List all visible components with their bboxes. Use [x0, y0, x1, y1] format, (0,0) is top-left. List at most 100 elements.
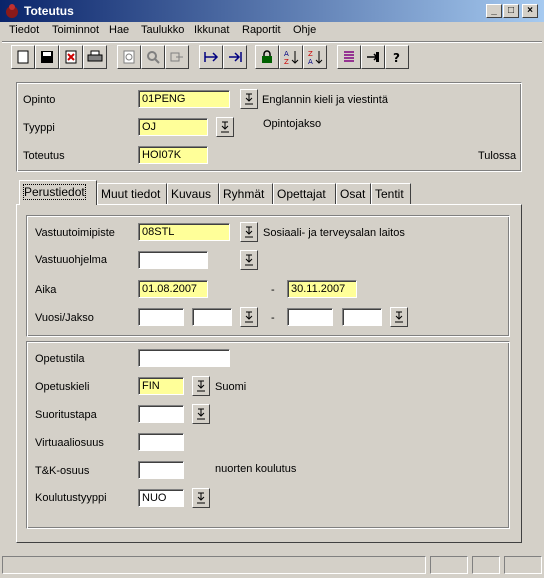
opetustila-field[interactable]: [138, 349, 230, 367]
opetuskieli-field[interactable]: FIN: [138, 377, 184, 395]
exit-button[interactable]: [361, 45, 385, 69]
help-button[interactable]: ?: [385, 45, 409, 69]
vuosi-start-lookup-button[interactable]: [240, 307, 258, 327]
menu-tiedot[interactable]: Tiedot: [9, 24, 39, 36]
tab-muut-tiedot[interactable]: Muut tiedot: [97, 183, 167, 204]
vuosi-separator: -: [271, 312, 275, 324]
virtuaaliosuus-field[interactable]: [138, 433, 184, 451]
tk-osuus-field[interactable]: [138, 461, 184, 479]
lookup-icon: [245, 254, 253, 266]
find-button[interactable]: [141, 45, 165, 69]
opetuskieli-lookup-button[interactable]: [192, 376, 210, 396]
save-icon: [41, 51, 53, 63]
aika-label: Aika: [35, 284, 57, 296]
print-icon: [87, 50, 103, 62]
toolbar-separator: [2, 41, 542, 43]
suoritustapa-label: Suoritustapa: [35, 409, 97, 421]
toteutus-field[interactable]: HOI07K: [138, 146, 208, 164]
app-icon: [6, 4, 18, 18]
jakso-start-field[interactable]: [192, 308, 232, 326]
tab-perustiedot[interactable]: Perustiedot: [19, 180, 97, 205]
opinto-field[interactable]: 01PENG: [138, 90, 230, 108]
tyyppi-label: Tyyppi: [23, 122, 55, 134]
move-out-button[interactable]: [223, 45, 247, 69]
jakso-end-field[interactable]: [342, 308, 382, 326]
suoritustapa-lookup-button[interactable]: [192, 404, 210, 424]
tab-ryhmat[interactable]: Ryhmät: [219, 183, 273, 204]
koulutustyyppi-field[interactable]: NUO: [138, 489, 184, 507]
vuosi-jakso-label: Vuosi/Jakso: [35, 312, 94, 324]
toteutus-label: Toteutus: [23, 150, 65, 162]
move-in-button[interactable]: [199, 45, 223, 69]
move-out-icon: [229, 52, 242, 62]
lookup-icon: [245, 311, 253, 323]
preview-icon: [123, 50, 135, 64]
tk-osuus-description: nuorten koulutus: [215, 463, 297, 475]
find-icon: [147, 51, 160, 64]
delete-icon: [65, 50, 77, 64]
tab-opettajat[interactable]: Opettajat: [273, 183, 336, 204]
vastuutoimipiste-label: Vastuutoimipiste: [35, 227, 115, 239]
lookup-icon: [395, 311, 403, 323]
vuosi-start-field[interactable]: [138, 308, 184, 326]
save-button[interactable]: [35, 45, 59, 69]
sort-asc-button[interactable]: AZ: [279, 45, 303, 69]
tk-osuus-label: T&K-osuus: [35, 465, 90, 477]
lock-button[interactable]: [255, 45, 279, 69]
svg-text:?: ?: [393, 51, 400, 64]
vuosi-end-lookup-button[interactable]: [390, 307, 408, 327]
menu-ikkunat[interactable]: Ikkunat: [194, 24, 229, 36]
koulutustyyppi-lookup-button[interactable]: [192, 488, 210, 508]
print-button[interactable]: [83, 45, 107, 69]
menu-raportit[interactable]: Raportit: [242, 24, 281, 36]
opinto-label: Opinto: [23, 94, 56, 106]
svg-text:A: A: [308, 58, 313, 65]
preview-button[interactable]: [117, 45, 141, 69]
virtuaaliosuus-label: Virtuaaliosuus: [35, 437, 104, 449]
status-bar-cell: [472, 556, 500, 574]
aika-end-field[interactable]: 30.11.2007: [287, 280, 357, 298]
vastuuohjelma-lookup-button[interactable]: [240, 250, 258, 270]
svg-text:Z: Z: [284, 58, 289, 65]
suoritustapa-field[interactable]: [138, 405, 184, 423]
tab-osat[interactable]: Osat: [336, 183, 371, 204]
title-bar: [0, 0, 544, 22]
minimize-button[interactable]: _: [486, 4, 502, 18]
tyyppi-field[interactable]: OJ: [138, 118, 208, 136]
help-icon: ?: [393, 51, 400, 64]
lookup-icon: [245, 93, 253, 105]
aika-separator: -: [271, 284, 275, 296]
close-button[interactable]: ×: [522, 4, 538, 18]
lookup-icon: [197, 492, 205, 504]
tyyppi-description: Opintojakso: [263, 118, 322, 130]
move-in-icon: [204, 52, 219, 62]
svg-text:Z: Z: [308, 50, 313, 58]
status-bar-cell: [430, 556, 468, 574]
exit-icon: [367, 52, 379, 62]
menu-ohje[interactable]: Ohje: [293, 24, 316, 36]
new-button[interactable]: [11, 45, 35, 69]
tab-tentit[interactable]: Tentit: [371, 183, 411, 204]
list-button[interactable]: [337, 45, 361, 69]
opinto-lookup-button[interactable]: [240, 89, 258, 109]
aika-start-field[interactable]: 01.08.2007: [138, 280, 208, 298]
menu-hae[interactable]: Hae: [109, 24, 129, 36]
sort-desc-button[interactable]: ZA: [303, 45, 327, 69]
tab-kuvaus[interactable]: Kuvaus: [167, 183, 219, 204]
koulutustyyppi-label: Koulutustyyppi: [35, 492, 107, 504]
maximize-button[interactable]: □: [503, 4, 519, 18]
vastuuohjelma-label: Vastuuohjelma: [35, 254, 107, 266]
export-button[interactable]: [165, 45, 189, 69]
tab-label: Perustiedot: [23, 184, 86, 200]
sort-asc-icon: AZ: [284, 50, 299, 65]
vastuutoimipiste-field[interactable]: 08STL: [138, 223, 230, 241]
export-icon: [170, 52, 183, 62]
tyyppi-lookup-button[interactable]: [216, 117, 234, 137]
vuosi-end-field[interactable]: [287, 308, 333, 326]
vastuutoimipiste-lookup-button[interactable]: [240, 222, 258, 242]
menu-toiminnot[interactable]: Toiminnot: [52, 24, 99, 36]
vastuuohjelma-field[interactable]: [138, 251, 208, 269]
menu-taulukko[interactable]: Taulukko: [141, 24, 184, 36]
delete-button[interactable]: [59, 45, 83, 69]
lookup-icon: [197, 380, 205, 392]
